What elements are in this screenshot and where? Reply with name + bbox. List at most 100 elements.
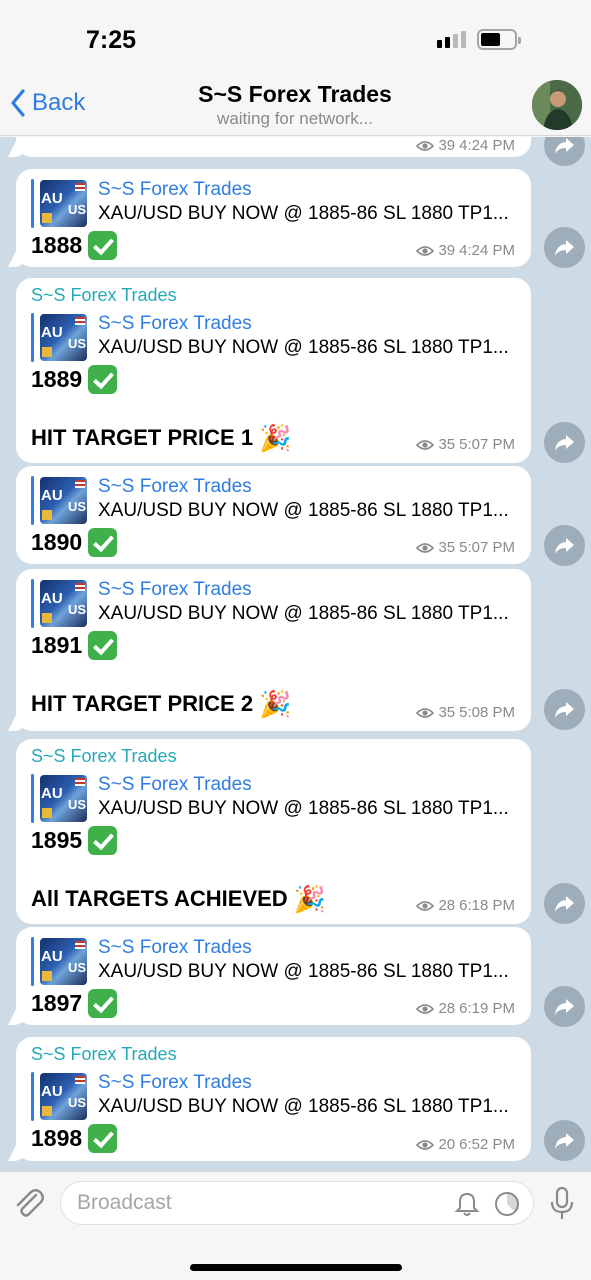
message-line: All TARGETS ACHIEVED 🎉 [31, 886, 326, 912]
share-arrow-icon [555, 999, 574, 1015]
reply-thumbnail: AU US [40, 938, 87, 985]
reply-preview[interactable]: AU US S~S Forex Trades XAU/USD BUY NOW @ … [31, 937, 519, 986]
message-meta: 39 4:24 PM [416, 137, 515, 154]
share-arrow-icon [555, 896, 574, 912]
view-count: 39 [438, 137, 456, 154]
microphone-icon [550, 1186, 574, 1219]
battery-icon [477, 29, 521, 50]
view-count: 35 [438, 436, 456, 453]
message-bubble[interactable]: S~S Forex Trades AU US S~S Forex Trades X… [16, 278, 531, 463]
voice-record-button[interactable] [548, 1186, 576, 1227]
reply-thumbnail: AU US [40, 775, 87, 822]
connection-status: waiting for network... [217, 109, 373, 128]
message-input-wrapper [60, 1181, 534, 1225]
message-text: 1889 [31, 366, 83, 392]
view-count: 28 [438, 1000, 456, 1017]
signal-icon [437, 31, 466, 48]
reply-thumbnail: AU US [40, 580, 87, 627]
reply-text: XAU/USD BUY NOW @ 1885-86 SL 1880 TP1... [98, 961, 509, 982]
view-count: 35 [438, 539, 456, 556]
reply-text: XAU/USD BUY NOW @ 1885-86 SL 1880 TP1... [98, 798, 509, 819]
check-mark-icon [88, 989, 118, 1018]
reply-preview[interactable]: AU US S~S Forex Trades XAU/USD BUY NOW @ … [31, 579, 519, 628]
view-count: 35 [438, 704, 456, 721]
message-bubble[interactable]: AU US S~S Forex Trades XAU/USD BUY NOW @ … [16, 169, 531, 267]
message-meta: 39 4:24 PM [416, 242, 515, 259]
attach-button[interactable] [12, 1186, 46, 1225]
reply-accent-bar [31, 1072, 34, 1121]
chevron-left-icon [11, 89, 25, 117]
reply-text: XAU/USD BUY NOW @ 1885-86 SL 1880 TP1... [98, 337, 509, 358]
back-button[interactable]: Back [10, 89, 85, 117]
message-bubble[interactable]: AU US S~S Forex Trades XAU/USD BUY NOW @ … [16, 927, 531, 1025]
reply-preview[interactable]: AU US S~S Forex Trades XAU/USD BUY NOW @ … [31, 1072, 519, 1121]
message-line: HIT TARGET PRICE 2 🎉 [31, 691, 291, 717]
message-meta: 28 6:18 PM [416, 897, 515, 914]
reply-author: S~S Forex Trades [98, 476, 252, 497]
view-count: 39 [438, 242, 456, 259]
message-bubble[interactable]: AU US S~S Forex Trades XAU/USD BUY NOW @ … [16, 569, 531, 731]
reply-preview[interactable]: AU US S~S Forex Trades XAU/USD BUY NOW @ … [31, 476, 519, 525]
reply-author: S~S Forex Trades [98, 179, 252, 200]
bell-icon [454, 1192, 480, 1216]
share-arrow-icon [555, 538, 574, 554]
composer-bar [0, 1171, 591, 1280]
schedule-button[interactable] [493, 1190, 521, 1223]
check-mark-icon [88, 365, 118, 394]
message-bubble[interactable]: S~S Forex Trades AU US S~S Forex Trades X… [16, 739, 531, 924]
check-mark-icon [88, 826, 118, 855]
check-mark-icon [88, 631, 118, 660]
eye-icon [416, 1139, 435, 1150]
message-bubble[interactable]: AU US S~S Forex Trades XAU/USD BUY NOW @ … [16, 466, 531, 564]
message-time: 5:07 PM [459, 539, 515, 556]
reply-accent-bar [31, 579, 34, 628]
status-time: 7:25 [86, 26, 137, 54]
chat-header: Back S~S Forex Trades waiting for networ… [0, 72, 591, 136]
forward-button[interactable] [544, 1120, 585, 1161]
message-text: 1888 [31, 232, 83, 258]
forward-button[interactable] [544, 525, 585, 566]
reply-author: S~S Forex Trades [98, 579, 252, 600]
check-mark-icon [88, 528, 118, 557]
eye-icon [416, 542, 435, 553]
reply-accent-bar [31, 937, 34, 986]
forward-button[interactable] [544, 883, 585, 924]
forward-button[interactable] [544, 689, 585, 730]
message-bubble[interactable]: 1887 39 4:24 PM [16, 137, 531, 157]
channel-title[interactable]: S~S Forex Trades [150, 81, 440, 108]
message-list[interactable]: 1887 39 4:24 PM AUUS S~S Forex Trades XA… [0, 137, 591, 1171]
message-bubble[interactable]: S~S Forex Trades AU US S~S Forex Trades X… [16, 1037, 531, 1161]
reply-text: XAU/USD BUY NOW @ 1885-86 SL 1880 TP1... [98, 203, 509, 224]
message-meta: 35 5:07 PM [416, 539, 515, 556]
message-meta: 35 5:08 PM [416, 704, 515, 721]
eye-icon [416, 707, 435, 718]
reply-accent-bar [31, 179, 34, 228]
message-body: 1889 [31, 365, 118, 394]
eye-icon [416, 900, 435, 911]
reply-preview[interactable]: AU US S~S Forex Trades XAU/USD BUY NOW @ … [31, 774, 519, 823]
message-input[interactable] [77, 1190, 437, 1216]
view-count: 28 [438, 897, 456, 914]
eye-icon [416, 140, 435, 151]
message-text: 1895 [31, 827, 83, 853]
reply-thumbnail: AU US [40, 477, 87, 524]
message-body: 1895 [31, 826, 118, 855]
message-body: 1890 [31, 528, 118, 557]
reply-preview[interactable]: AU US S~S Forex Trades XAU/USD BUY NOW @ … [31, 179, 519, 228]
forward-button[interactable] [544, 422, 585, 463]
message-line: HIT TARGET PRICE 1 🎉 [31, 425, 291, 451]
reply-text: XAU/USD BUY NOW @ 1885-86 SL 1880 TP1... [98, 500, 509, 521]
silent-broadcast-button[interactable] [453, 1190, 481, 1223]
share-arrow-icon [555, 138, 574, 154]
sender-name: S~S Forex Trades [31, 285, 177, 305]
party-popper-icon: 🎉 [259, 689, 292, 719]
reply-preview[interactable]: AU US S~S Forex Trades XAU/USD BUY NOW @ … [31, 313, 519, 362]
forward-button[interactable] [544, 227, 585, 268]
home-indicator[interactable] [190, 1264, 402, 1271]
reply-author: S~S Forex Trades [98, 937, 252, 958]
forward-button[interactable] [544, 986, 585, 1027]
message-extra-text: All TARGETS ACHIEVED [31, 886, 288, 911]
forward-button[interactable] [544, 137, 585, 166]
avatar[interactable] [532, 80, 582, 130]
back-label: Back [32, 89, 86, 116]
